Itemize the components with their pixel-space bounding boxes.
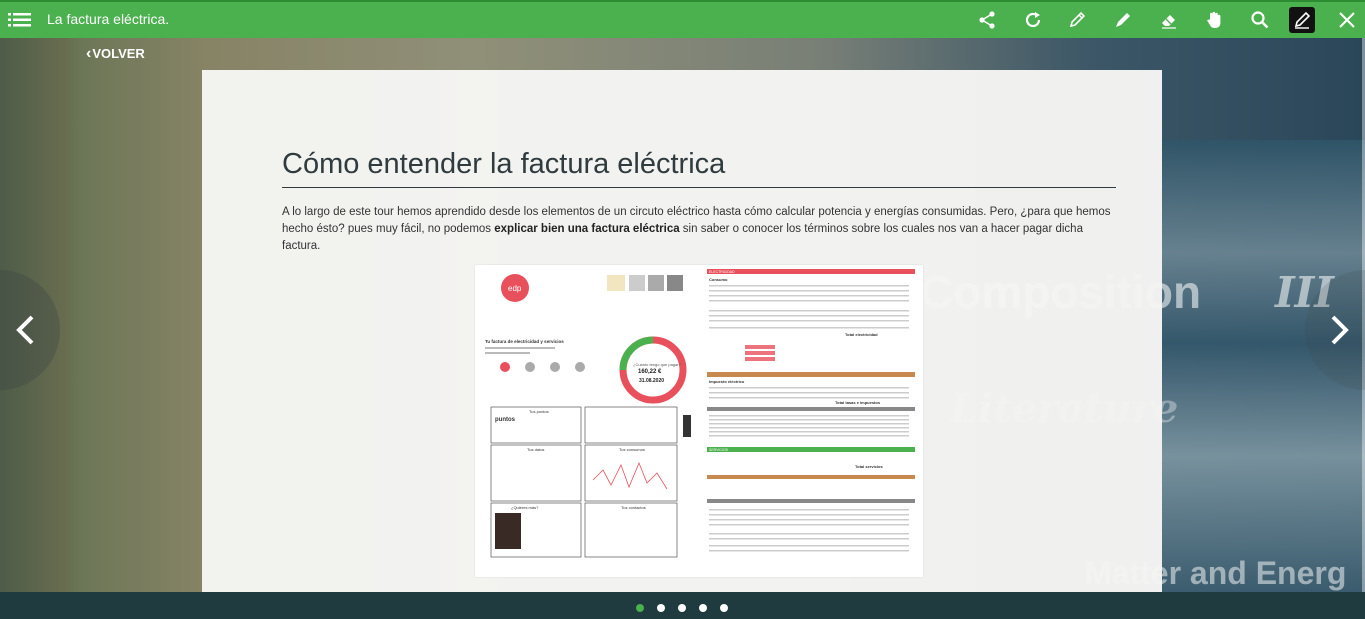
invoice-due-date: 31.08.2020 [639, 378, 664, 384]
pagination-dot[interactable] [720, 604, 728, 612]
invoice-tus-contactos: Tus contactos [621, 505, 646, 510]
invoice-amount: 160,22 € [638, 369, 662, 375]
pagination-dot[interactable] [657, 604, 665, 612]
close-icon[interactable] [1335, 8, 1359, 32]
invoice-impuesto-electrico: Impuesto eléctrico [709, 379, 745, 384]
invoice-image: edp Tu factura de electricidad y servici… [475, 265, 923, 577]
hand-icon[interactable] [1203, 8, 1227, 32]
intro-paragraph: A lo largo de este tour hemos aprendido … [282, 204, 1122, 255]
pagination-dot[interactable] [678, 604, 686, 612]
page-title: Cómo entender la factura eléctrica [282, 148, 1116, 188]
invoice-total-tasas: Total tasas e impuestos [835, 400, 881, 405]
refresh-icon[interactable] [1021, 8, 1045, 32]
pencil-outline-icon[interactable] [1065, 8, 1089, 32]
invoice-tus-puntos: Tus puntos [529, 409, 549, 414]
pagination-dot[interactable] [636, 604, 644, 612]
invoice-tus-consumos: Tus consumos [619, 447, 645, 452]
invoice-illustration: edp Tu factura de electricidad y servici… [485, 269, 915, 558]
chevron-right-icon [1331, 315, 1349, 345]
menu-icon[interactable] [8, 10, 32, 30]
content-card: Cómo entender la factura eléctrica A lo … [202, 70, 1162, 592]
invoice-total-electricidad: Total electricidad [845, 332, 878, 337]
invoice-sabes-mas: ¿Quieres más? [511, 505, 539, 510]
pagination-dots [636, 604, 728, 612]
paragraph-bold-text: explicar bien una factura eléctrica [494, 223, 680, 235]
invoice-puntos-label: puntos [495, 417, 516, 423]
back-button[interactable]: ‹VOLVER [86, 45, 145, 63]
invoice-due-label: ¿Cuánto tengo que pagar? [633, 362, 682, 367]
bottom-bar [0, 592, 1365, 619]
eraser-icon[interactable] [1157, 8, 1181, 32]
app-title: La factura eléctrica. [47, 11, 170, 27]
invoice-consumo: Consumo [709, 277, 728, 282]
invoice-left-heading: Tu factura de electricidad y servicios [485, 339, 564, 344]
search-icon[interactable] [1248, 8, 1272, 32]
chevron-left-icon: ‹ [86, 45, 92, 62]
invoice-brand: edp [508, 284, 522, 293]
invoice-servicios: SERVICIOS [709, 448, 729, 452]
invoice-right-heading: ELECTRICIDAD [709, 270, 735, 274]
invoice-total-servicios: Total servicios [855, 464, 883, 469]
top-bar: La factura eléctrica. [0, 0, 1365, 38]
pen-icon[interactable] [1111, 8, 1135, 32]
share-icon[interactable] [975, 8, 999, 32]
back-label: VOLVER [92, 46, 145, 61]
edit-active-icon[interactable] [1289, 7, 1315, 33]
invoice-icons [500, 362, 585, 372]
chevron-left-icon [16, 315, 34, 345]
invoice-tus-datos: Tus datos [527, 447, 544, 452]
pagination-dot[interactable] [699, 604, 707, 612]
